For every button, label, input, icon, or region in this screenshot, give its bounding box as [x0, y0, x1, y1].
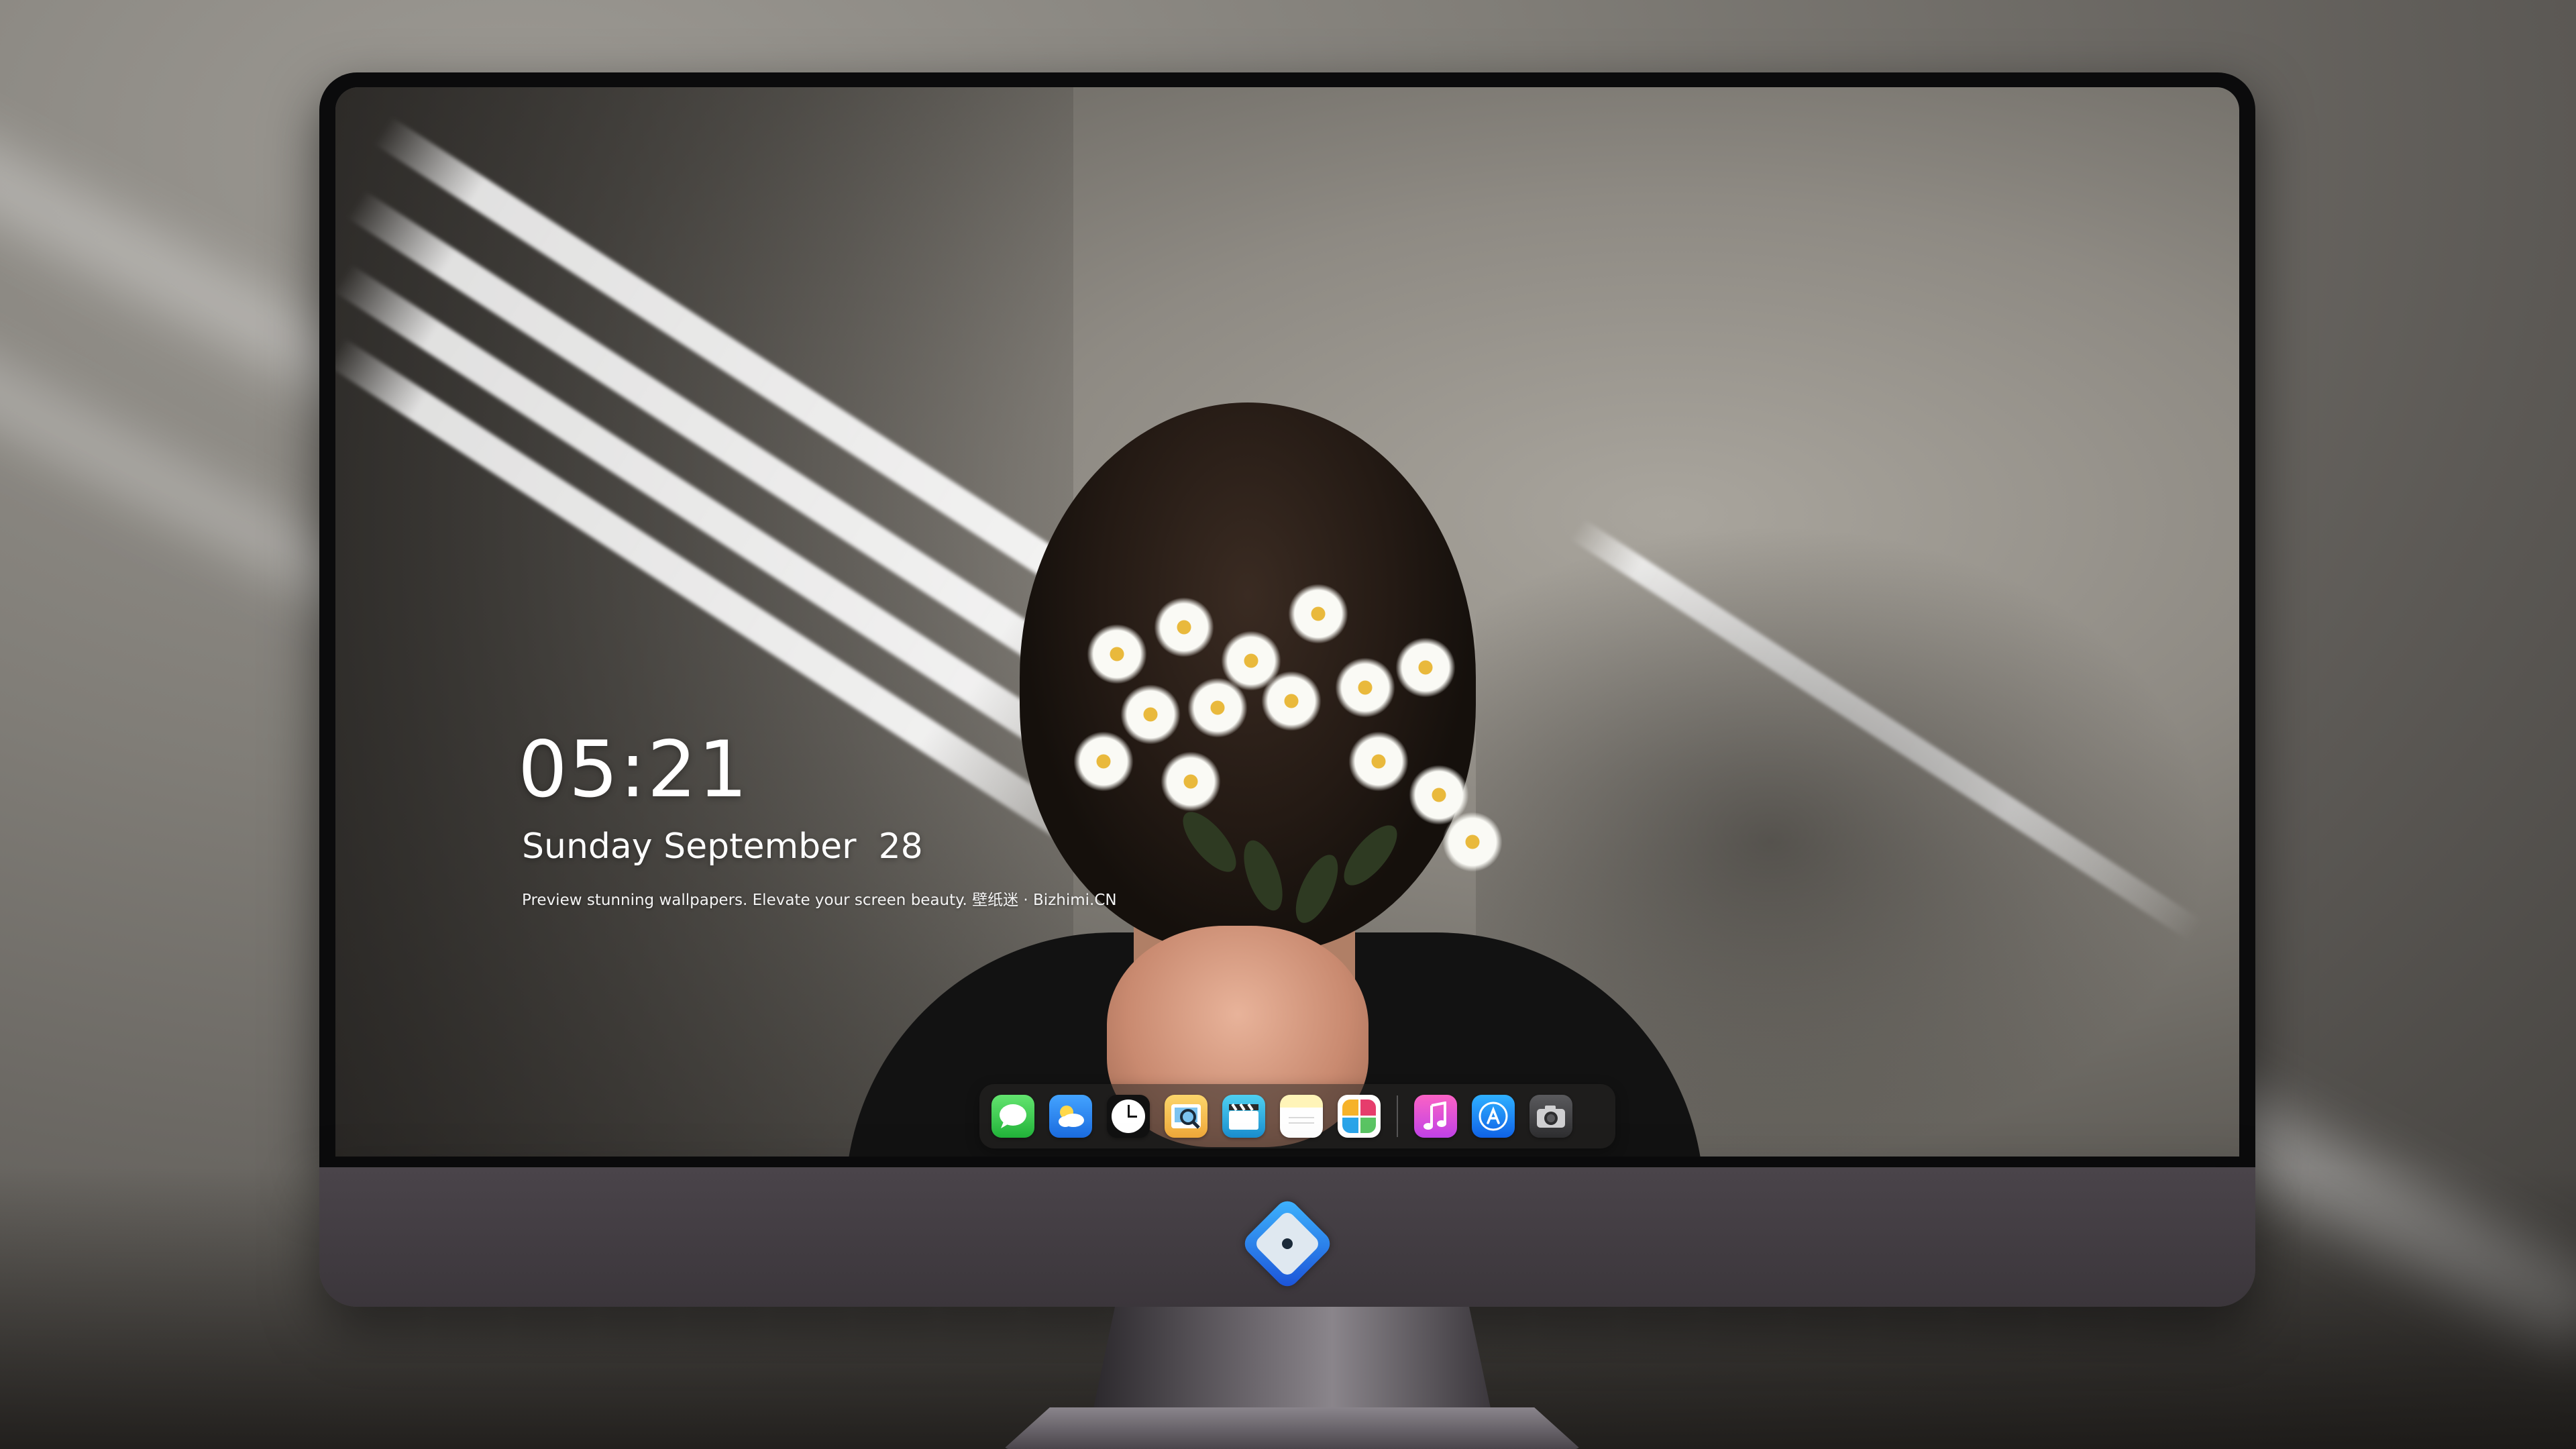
camera-lens-icon: [1537, 1106, 1565, 1128]
clapperboard-icon: [1229, 1103, 1258, 1130]
camera-icon[interactable]: [1529, 1095, 1572, 1138]
music-note-icon: [1424, 1102, 1446, 1130]
preview-icon[interactable]: [1165, 1095, 1208, 1138]
brand-logo-icon: [1240, 1196, 1335, 1291]
app-store-icon[interactable]: [1472, 1095, 1515, 1138]
dock-separator: [1397, 1095, 1398, 1137]
clock-icon[interactable]: [1107, 1095, 1150, 1138]
monitor-bezel: 05:21 Sunday September 28 Preview stunni…: [319, 72, 2255, 1167]
messages-icon[interactable]: [991, 1095, 1034, 1138]
speech-bubble-icon: [1000, 1104, 1026, 1128]
wallpaper-caption: Preview stunning wallpapers. Elevate you…: [522, 892, 1117, 909]
clock-face-icon: [1112, 1099, 1145, 1133]
monitor-chin: [319, 1167, 2255, 1307]
monitor-stand: [1004, 1307, 1580, 1449]
stand-foot: [1004, 1407, 1580, 1449]
stand-neck: [1091, 1307, 1493, 1421]
weather-icon[interactable]: [1049, 1095, 1092, 1138]
lock-screen[interactable]: 05:21 Sunday September 28 Preview stunni…: [335, 87, 2239, 1157]
photos-grid-icon: [1342, 1099, 1376, 1133]
dock: [979, 1084, 1615, 1148]
photos-icon[interactable]: [1338, 1095, 1381, 1138]
notes-icon[interactable]: [1280, 1095, 1323, 1138]
app-store-a-icon: [1479, 1102, 1508, 1131]
lock-screen-date: Sunday September 28: [522, 826, 923, 867]
lock-screen-time: 05:21: [518, 724, 749, 815]
music-icon[interactable]: [1414, 1095, 1457, 1138]
cloud-sun-icon: [1059, 1106, 1084, 1127]
clips-icon[interactable]: [1222, 1095, 1265, 1138]
note-lines-icon: [1289, 1117, 1314, 1124]
magnifier-photo-icon: [1171, 1104, 1201, 1129]
imac-monitor: 05:21 Sunday September 28 Preview stunni…: [319, 72, 2255, 1307]
